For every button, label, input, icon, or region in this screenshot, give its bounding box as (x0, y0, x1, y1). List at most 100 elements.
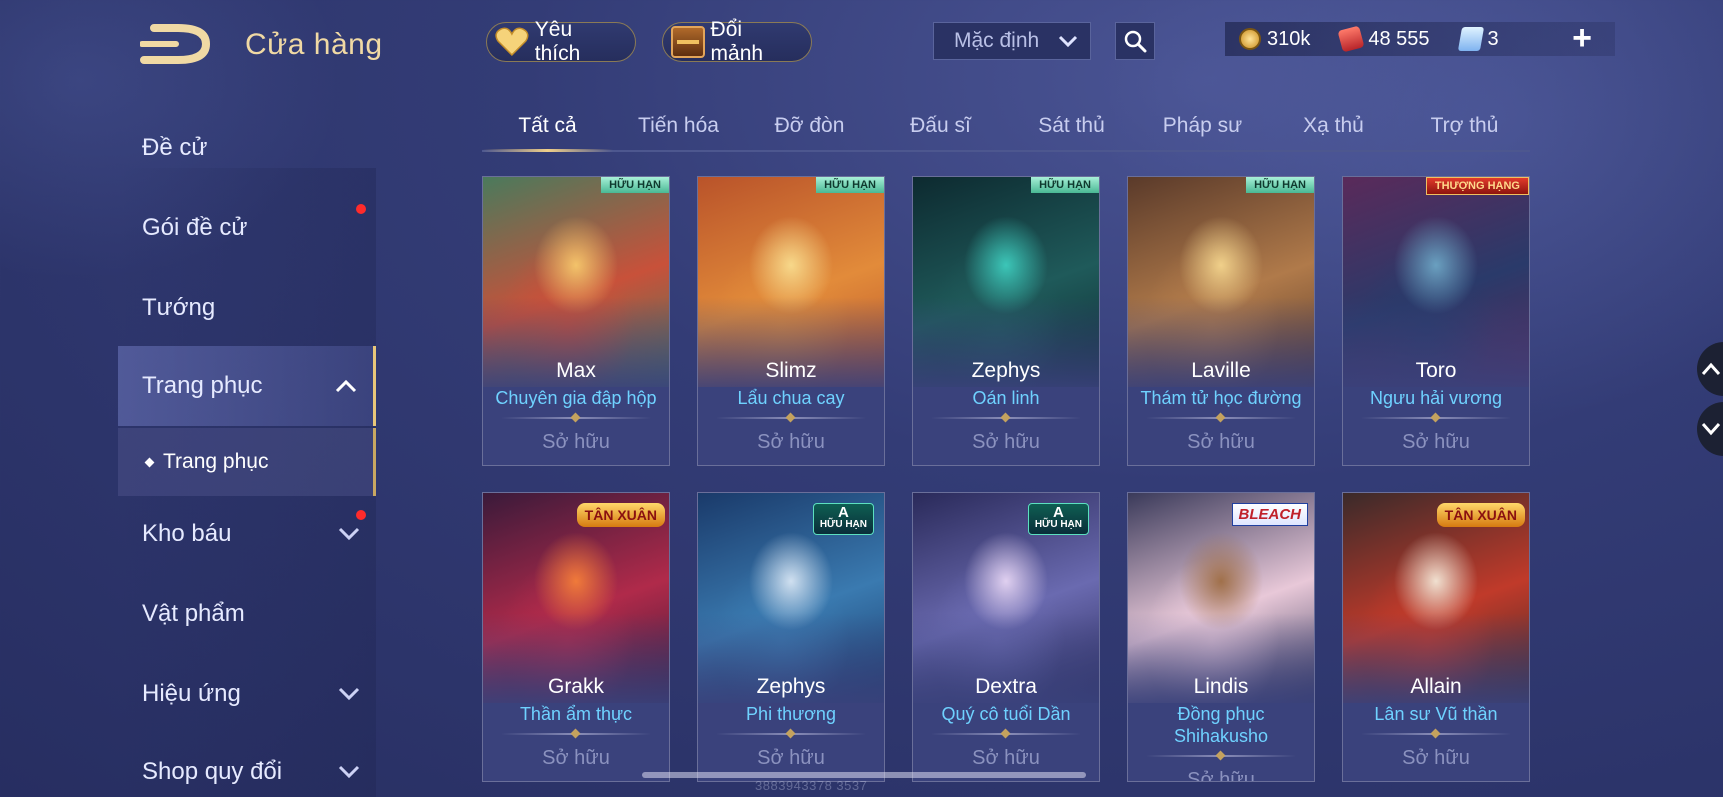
divider (1361, 733, 1511, 735)
ownership-status: Sở hữu (757, 431, 825, 453)
card-info: Laville Thám tử học đường Sở hữu (1128, 357, 1314, 465)
skin-name: Lân sư Vũ thần (1374, 704, 1498, 724)
watermark-text: 3883943378 3537 (755, 778, 868, 793)
voucher-balance: 48 555 (1337, 25, 1430, 53)
badge-label: HỮU HẠN (1034, 519, 1082, 530)
sidebar-item-bundles[interactable]: Gói đề cử (118, 192, 376, 264)
hero-name: Slimz (765, 359, 817, 382)
skin-badge: TÂN XUÂN (576, 503, 665, 527)
card-info: Lindis Đồng phục Shihakusho Sở hữu (1128, 673, 1314, 781)
sidebar-item-treasure[interactable]: Kho báu (118, 498, 376, 570)
tab-evolution[interactable]: Tiến hóa (613, 104, 744, 150)
notification-dot (356, 510, 366, 520)
add-currency-button[interactable]: + (1567, 21, 1597, 55)
skin-badge: THƯỢNG HẠNG (1425, 177, 1529, 195)
chevron-down-icon (1058, 35, 1078, 47)
exchange-fragments-button[interactable]: Đổi mảnh (662, 18, 812, 65)
tab-tank[interactable]: Đỡ đòn (744, 104, 875, 150)
card-info: Dextra Quý cô tuổi Dần Sở hữu (913, 673, 1099, 781)
tab-mage[interactable]: Pháp sư (1137, 104, 1268, 150)
skin-card[interactable]: A HỮU HẠN Dextra Quý cô tuổi Dần Sở hữu (912, 492, 1100, 782)
tab-assassin[interactable]: Sát thủ (1006, 104, 1137, 150)
skin-badge: A HỮU HẠN (1027, 503, 1089, 535)
sidebar-item-label: Hiệu ứng (142, 680, 241, 707)
skin-card[interactable]: HỮU HẠN Zephys Oán linh Sở hữu (912, 176, 1100, 466)
card-info: Zephys Phi thương Sở hữu (698, 673, 884, 781)
hero-name: Zephys (756, 675, 826, 698)
hero-name: Grakk (547, 675, 604, 698)
scroll-down-button[interactable] (1697, 402, 1723, 456)
tier-label: A (837, 504, 849, 521)
sidebar-item-label: Kho báu (142, 520, 232, 547)
gem-icon (1457, 27, 1484, 51)
chevron-down-icon (1701, 423, 1721, 436)
divider (1146, 755, 1296, 757)
divider (716, 417, 866, 419)
divider (501, 417, 651, 419)
voucher-icon (1337, 25, 1365, 53)
gold-balance: 310k (1239, 28, 1310, 51)
ownership-status: Sở hữu (1402, 431, 1470, 453)
hero-name: Dextra (975, 675, 1037, 698)
card-info: Zephys Oán linh Sở hữu (913, 357, 1099, 465)
tab-fighter[interactable]: Đấu sĩ (875, 104, 1006, 150)
hero-name: Max (556, 359, 596, 382)
sidebar-item-label: Shop quy đổi (142, 758, 283, 785)
tab-all[interactable]: Tất cả (482, 104, 613, 152)
card-info: Grakk Thần ẩm thực Sở hữu (483, 673, 669, 781)
sidebar-item-exchange-shop[interactable]: Shop quy đổi (118, 736, 376, 797)
chevron-down-icon (338, 527, 360, 541)
sidebar-item-effects[interactable]: Hiệu ứng (118, 658, 376, 730)
skin-name: Chuyên gia đập hộp (495, 388, 657, 408)
skin-card[interactable]: THƯỢNG HẠNG Toro Ngưu hải vương Sở hữu (1342, 176, 1530, 466)
skin-badge: TÂN XUÂN (1436, 503, 1525, 527)
badge-label: HỮU HẠN (819, 519, 867, 530)
skin-badge: HỮU HẠN (601, 177, 669, 193)
skin-name: Quý cô tuổi Dần (941, 704, 1071, 724)
diamond-bullet-icon (144, 457, 155, 467)
back-button[interactable] (139, 24, 216, 64)
skin-name: Thần ẩm thực (519, 704, 633, 724)
back-arrow-icon (139, 24, 211, 64)
skin-badge: HỮU HẠN (816, 177, 884, 193)
skin-card[interactable]: HỮU HẠN Slimz Lẩu chua cay Sở hữu (697, 176, 885, 466)
sidebar-item-recommended[interactable]: Đề cử (118, 112, 376, 184)
page-title: Cửa hàng (245, 28, 383, 61)
sidebar: Đề cử Gói đề cử Tướng Trang phục Trang p… (0, 100, 378, 797)
sidebar-item-heroes[interactable]: Tướng (118, 272, 376, 344)
skin-card[interactable]: TÂN XUÂN Grakk Thần ẩm thực Sở hữu (482, 492, 670, 782)
card-info: Slimz Lẩu chua cay Sở hữu (698, 357, 884, 465)
divider (716, 733, 866, 735)
search-button[interactable] (1115, 22, 1155, 60)
tab-support[interactable]: Trợ thủ (1399, 104, 1530, 150)
sidebar-item-skins[interactable]: Trang phục (118, 346, 376, 426)
skin-card[interactable]: HỮU HẠN Max Chuyên gia đập hộp Sở hữu (482, 176, 670, 466)
scroll-up-button[interactable] (1697, 342, 1723, 396)
sidebar-subitem-skins[interactable]: Trang phục (118, 428, 376, 496)
skin-card[interactable]: HỮU HẠN Laville Thám tử học đường Sở hữu (1127, 176, 1315, 466)
category-tabs: Tất cả Tiến hóa Đỡ đòn Đấu sĩ Sát thủ Ph… (482, 104, 1530, 152)
gem-balance: 3 (1457, 27, 1499, 51)
fragments-label: Đổi mảnh (710, 18, 764, 65)
currency-bar: 310k 48 555 3 (1225, 22, 1615, 56)
skin-name: Đồng phục Shihakusho (1173, 704, 1269, 746)
sidebar-item-label: Gói đề cử (142, 214, 248, 241)
sidebar-item-label: Đề cử (142, 134, 208, 161)
divider (1361, 417, 1511, 419)
sidebar-item-items[interactable]: Vật phẩm (118, 578, 376, 650)
skin-name: Phi thương (746, 704, 836, 724)
skin-card[interactable]: A HỮU HẠN Zephys Phi thương Sở hữu (697, 492, 885, 782)
ownership-status: Sở hữu (972, 747, 1040, 769)
skin-grid: HỮU HẠN Max Chuyên gia đập hộp Sở hữu HỮU HẠ… (482, 176, 1532, 797)
tab-marksman[interactable]: Xạ thủ (1268, 104, 1399, 150)
skin-card[interactable]: TÂN XUÂN Allain Lân sư Vũ thần Sở hữu (1342, 492, 1530, 782)
hero-name: Lindis (1193, 675, 1249, 698)
favorites-button[interactable]: Yêu thích (486, 18, 636, 65)
skin-name: Thám tử học đường (1140, 388, 1302, 408)
skin-card[interactable]: BLEACH Lindis Đồng phục Shihakusho Sở hữu (1127, 492, 1315, 782)
ownership-status: Sở hữu (972, 431, 1040, 453)
sidebar-subitem-label: Trang phục (163, 450, 269, 473)
card-info: Max Chuyên gia đập hộp Sở hữu (483, 357, 669, 465)
sort-dropdown[interactable]: Mặc định (933, 22, 1091, 60)
card-info: Allain Lân sư Vũ thần Sở hữu (1343, 673, 1529, 781)
